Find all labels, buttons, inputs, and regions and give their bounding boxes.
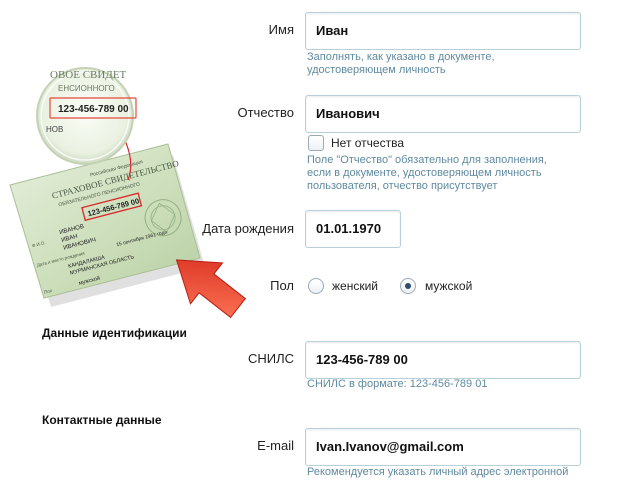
snils-hint: СНИЛС в формате: 123-456-789 01 (307, 378, 488, 390)
birth-date-label: Дата рождения (202, 221, 294, 236)
birth-date-input[interactable]: 01.01.1970 (305, 210, 401, 248)
contacts-section-title: Контактные данные (42, 413, 162, 427)
gender-female-radio[interactable] (308, 278, 324, 294)
first-name-hint-2: удостоверяющем личность (307, 64, 446, 76)
magnified-line1: ОВОЕ СВИДЕТ (50, 69, 127, 81)
magnified-line3: НОВ (46, 125, 63, 134)
gender-female-label: женский (332, 279, 378, 293)
patronymic-hint-3: пользователя, отчество присутствует (307, 180, 498, 192)
no-patronymic-checkbox[interactable] (308, 135, 324, 151)
first-name-input[interactable]: Иван (305, 12, 581, 50)
patronymic-label: Отчество (237, 105, 294, 120)
gender-male-label: мужской (425, 279, 473, 293)
magnified-line2: ЕНСИОННОГО (58, 84, 115, 93)
gender-male-radio[interactable] (400, 278, 416, 294)
patronymic-hint-1: Поле "Отчество" обязательно для заполнен… (307, 154, 547, 166)
first-name-hint-1: Заполнять, как указано в документе, (307, 51, 495, 63)
identification-section-title: Данные идентификации (42, 326, 187, 340)
email-label: E-mail (257, 438, 294, 453)
email-input[interactable]: Ivan.Ivanov@gmail.com (305, 428, 581, 466)
snils-input[interactable]: 123-456-789 00 (305, 341, 581, 379)
email-hint: Рекомендуется указать личный адрес элект… (307, 466, 569, 478)
patronymic-input[interactable]: Иванович (305, 95, 581, 133)
no-patronymic-label: Нет отчества (331, 136, 405, 150)
gender-label: Пол (270, 278, 294, 293)
snils-label: СНИЛС (247, 351, 294, 366)
first-name-label: Имя (268, 22, 294, 37)
patronymic-hint-2: если в документе, удостоверяющем личност… (307, 167, 542, 179)
